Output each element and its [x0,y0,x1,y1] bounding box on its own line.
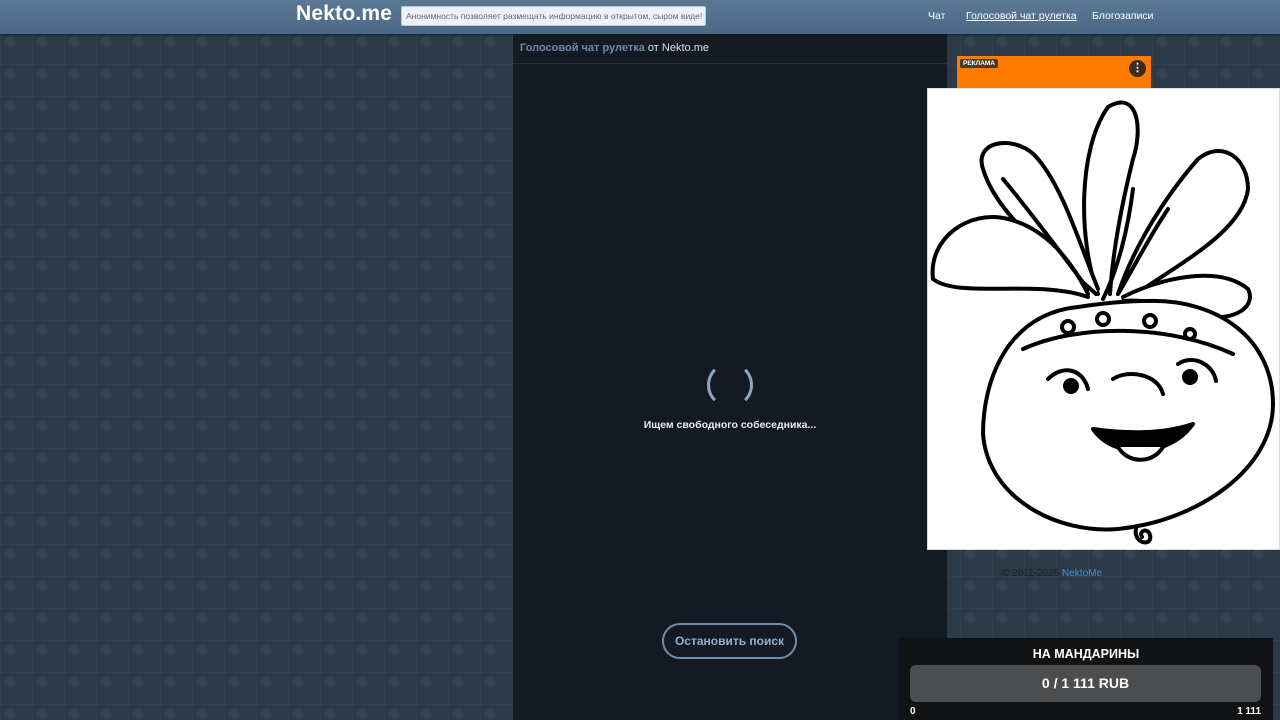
copyright-years: © 2011-2025 [1002,568,1063,579]
donation-max: 1 111 [1237,706,1261,717]
ad-banner[interactable]: РЕКЛАМА ⋮ [957,56,1151,92]
voice-chat-link[interactable]: Голосовой чат рулетка [520,42,645,54]
copyright-text: © 2011-2025 NektoMe [1002,568,1102,579]
stop-search-button[interactable]: Остановить поиск [662,623,797,659]
top-bar: Nekto.me Анонимность позволяет размещать… [0,0,1280,34]
more-options-icon[interactable]: ⋮ [1129,60,1146,77]
donation-progress-bar: 0 / 1 111 RUB [910,665,1261,702]
site-logo[interactable]: Nekto.me [296,2,392,26]
chat-header: Голосовой чат рулетка от Nekto.me [513,34,947,64]
loading-spinner-icon [707,362,753,408]
nektome-link[interactable]: NektoMe [1062,568,1102,579]
donation-min: 0 [910,706,916,717]
nav-chat[interactable]: Чат [928,10,945,22]
turnip-character-image [927,88,1280,550]
donation-amount: 0 / 1 111 RUB [1041,675,1130,691]
ad-label: РЕКЛАМА [960,59,999,68]
chat-header-suffix: от Nekto.me [644,42,709,54]
donation-title: НА МАНДАРИНЫ [1032,647,1140,661]
nav-blog[interactable]: Блогозаписи [1092,10,1154,22]
slogan-banner: Анонимность позволяет размещать информац… [401,6,706,26]
chat-panel: Голосовой чат рулетка от Nekto.me Ищем с… [513,34,947,720]
search-status-text: Ищем свободного собеседника... [643,419,817,431]
nav-voice-chat-roulette[interactable]: Голосовой чат рулетка [966,10,1077,22]
donation-widget[interactable]: НА МАНДАРИНЫ 0 / 1 111 RUB 0 1 111 [899,638,1273,720]
